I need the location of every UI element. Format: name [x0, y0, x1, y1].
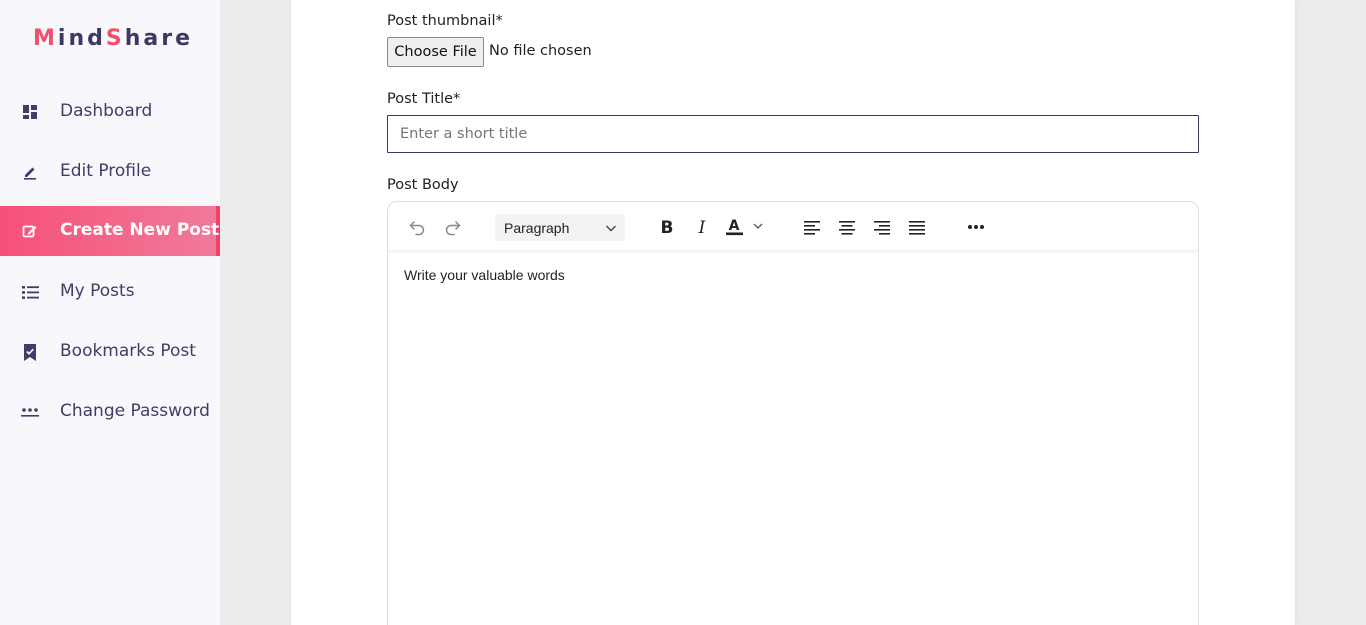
sidebar-item-label: Edit Profile — [60, 161, 152, 181]
sidebar-item-label: My Posts — [60, 281, 135, 301]
app-logo[interactable]: MindShare — [33, 26, 193, 51]
block-format-value: Paragraph — [504, 220, 570, 236]
align-left-icon[interactable] — [798, 214, 826, 240]
align-center-icon[interactable] — [833, 214, 861, 240]
block-format-select[interactable]: Paragraph — [495, 214, 625, 241]
undo-icon[interactable] — [403, 214, 431, 240]
italic-icon[interactable]: I — [688, 214, 716, 240]
edit-square-icon — [21, 222, 39, 240]
rich-text-editor: Paragraph B I A Write your valuable word… — [387, 201, 1199, 625]
sidebar-item-label: Bookmarks Post — [60, 341, 196, 361]
align-right-icon[interactable] — [868, 214, 896, 240]
svg-text:B: B — [661, 219, 674, 235]
logo-part-ind: ind — [57, 26, 106, 51]
editor-toolbar: Paragraph B I A — [388, 202, 1198, 250]
post-title-input[interactable] — [387, 115, 1199, 153]
pencil-icon — [21, 163, 39, 181]
bookmark-icon — [21, 343, 39, 361]
post-title-label: Post Title* — [387, 91, 461, 107]
sidebar-item-label: Change Password — [60, 401, 210, 421]
post-body-label: Post Body — [387, 177, 459, 193]
sidebar-item-edit-profile[interactable]: Edit Profile — [0, 147, 220, 197]
file-status-text: No file chosen — [489, 43, 592, 59]
sidebar-item-create-new-post[interactable]: Create New Post — [0, 206, 220, 256]
more-icon[interactable] — [962, 214, 990, 240]
svg-text:I: I — [698, 219, 706, 235]
thumbnail-label: Post thumbnail* — [387, 13, 503, 29]
sidebar-item-my-posts[interactable]: My Posts — [0, 267, 220, 317]
editor-body-text: Write your valuable words — [404, 267, 565, 283]
sidebar-item-dashboard[interactable]: Dashboard — [0, 87, 220, 137]
editor-body[interactable]: Write your valuable words — [388, 250, 1198, 625]
list-icon — [21, 283, 39, 301]
sidebar-item-label: Dashboard — [60, 101, 153, 121]
choose-file-button[interactable]: Choose File — [387, 37, 484, 67]
redo-icon[interactable] — [439, 214, 467, 240]
sidebar-item-label: Create New Post — [60, 220, 220, 240]
sidebar-item-bookmarks-post[interactable]: Bookmarks Post — [0, 327, 220, 377]
svg-text:A: A — [729, 218, 740, 234]
logo-part-hare: hare — [124, 26, 193, 51]
justify-icon[interactable] — [903, 214, 931, 240]
sidebar-item-change-password[interactable]: Change Password — [0, 387, 220, 437]
chevron-down-icon — [605, 221, 617, 239]
dashboard-icon — [21, 103, 39, 121]
text-color-icon[interactable]: A — [722, 214, 770, 240]
password-dots-icon — [21, 403, 39, 421]
logo-letter-s: S — [105, 26, 125, 51]
sidebar: MindShare Dashboard Edit Profile Create … — [0, 0, 220, 625]
create-post-panel: Post thumbnail* Choose File No file chos… — [291, 0, 1295, 625]
bold-icon[interactable]: B — [653, 214, 681, 240]
logo-letter-m: M — [33, 26, 58, 51]
